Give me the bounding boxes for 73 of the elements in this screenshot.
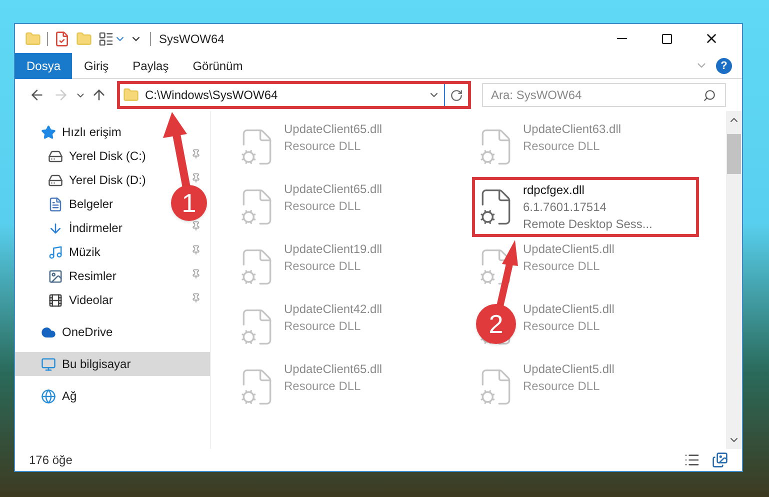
- film-icon: [48, 292, 63, 308]
- file-detail: Resource DLL: [284, 258, 362, 275]
- file-name: UpdateClient65.dll: [284, 361, 382, 378]
- sidebar-item[interactable]: Hızlı erişim: [15, 120, 210, 144]
- file-name: UpdateClient5.dll: [523, 241, 614, 258]
- window-title: SysWOW64: [159, 30, 224, 48]
- picture-icon: [48, 268, 63, 284]
- file-detail: Resource DLL: [284, 138, 362, 155]
- file-detail: Resource DLL: [523, 258, 601, 275]
- drive-icon: [48, 148, 63, 164]
- file-name: UpdateClient19.dll: [284, 241, 382, 258]
- file-detail: Resource DLL: [284, 378, 362, 395]
- pin-icon[interactable]: [191, 221, 201, 231]
- help-button[interactable]: ?: [716, 58, 732, 74]
- globe-icon: [41, 388, 56, 404]
- monitor-icon: [41, 356, 56, 372]
- file-name: UpdateClient5.dll: [523, 301, 614, 318]
- file-name: UpdateClient42.dll: [284, 301, 382, 318]
- file-detail: Resource DLL: [284, 318, 362, 335]
- refresh-icon[interactable]: [450, 88, 463, 102]
- file-name: UpdateClient65.dll: [284, 121, 382, 138]
- file-detail: Resource DLL: [523, 138, 601, 155]
- file-name: UpdateClient5.dll: [523, 361, 614, 378]
- pin-icon[interactable]: [191, 173, 201, 183]
- scrollbar[interactable]: [726, 111, 742, 449]
- file-name: UpdateClient63.dll: [523, 121, 622, 138]
- view-menu-icon[interactable]: [98, 30, 114, 46]
- maximize-icon: [660, 32, 672, 44]
- ribbon-tab[interactable]: Görünüm: [180, 52, 255, 78]
- scrollbar-thumb[interactable]: [727, 134, 741, 174]
- ribbon-tab[interactable]: Paylaş: [120, 52, 181, 78]
- file-tab[interactable]: Dosya: [15, 52, 72, 78]
- arrow: [496, 240, 518, 307]
- item-count: 176 öğe: [29, 452, 74, 469]
- sidebar-item[interactable]: Ağ: [15, 384, 210, 408]
- file-detail: 6.1.7601.17514: [523, 198, 608, 216]
- address-field[interactable]: C:\Windows\SysWOW64: [117, 81, 471, 109]
- sidebar-item[interactable]: Videolar: [15, 288, 210, 312]
- pin-icon[interactable]: [191, 245, 201, 255]
- drive-icon: [48, 172, 63, 188]
- music-note-icon: [48, 244, 63, 260]
- file-name: UpdateClient65.dll: [284, 181, 382, 198]
- close-icon: [704, 31, 719, 46]
- ribbon-tab[interactable]: Giriş: [72, 52, 121, 78]
- file-detail: Resource DLL: [523, 318, 601, 335]
- file-detail: Resource DLL: [523, 378, 601, 395]
- file-detail: Resource DLL: [284, 198, 362, 215]
- sidebar-item[interactable]: Bu bilgisayar: [15, 352, 210, 376]
- new-folder-icon[interactable]: [76, 30, 92, 46]
- sidebar-item[interactable]: Müzik: [15, 240, 210, 264]
- sidebar-item[interactable]: OneDrive: [15, 320, 210, 344]
- properties-icon[interactable]: [54, 30, 70, 46]
- file-name: rdpcfgex.dll: [523, 182, 586, 198]
- file-item[interactable]: rdpcfgex.dll 6.1.7601.17514 Remote Desktop Sess...: [472, 177, 699, 237]
- sidebar-item[interactable]: Belgeler: [15, 192, 163, 216]
- minimize-icon: [616, 38, 626, 39]
- star-icon: [41, 124, 56, 140]
- pin-icon[interactable]: [191, 269, 201, 279]
- tiles-view-icon[interactable]: [712, 452, 728, 468]
- pin-icon[interactable]: [191, 293, 201, 303]
- sidebar-item[interactable]: Resimler: [15, 264, 210, 288]
- document-icon: [48, 196, 63, 212]
- folder-icon[interactable]: [25, 30, 41, 46]
- address-path: C:\Windows\SysWOW64: [145, 87, 279, 104]
- search-field[interactable]: Ara: SysWOW64: [482, 83, 726, 107]
- details-view-icon[interactable]: [684, 452, 700, 468]
- pin-icon[interactable]: [191, 149, 201, 159]
- sidebar-item[interactable]: Yerel Disk (C:): [15, 144, 210, 168]
- search-icon: [703, 89, 716, 102]
- folder-icon: [123, 87, 139, 103]
- cloud-icon: [41, 324, 56, 340]
- file-detail: Remote Desktop Sess...: [523, 216, 652, 232]
- down-arrow-icon: [48, 220, 63, 236]
